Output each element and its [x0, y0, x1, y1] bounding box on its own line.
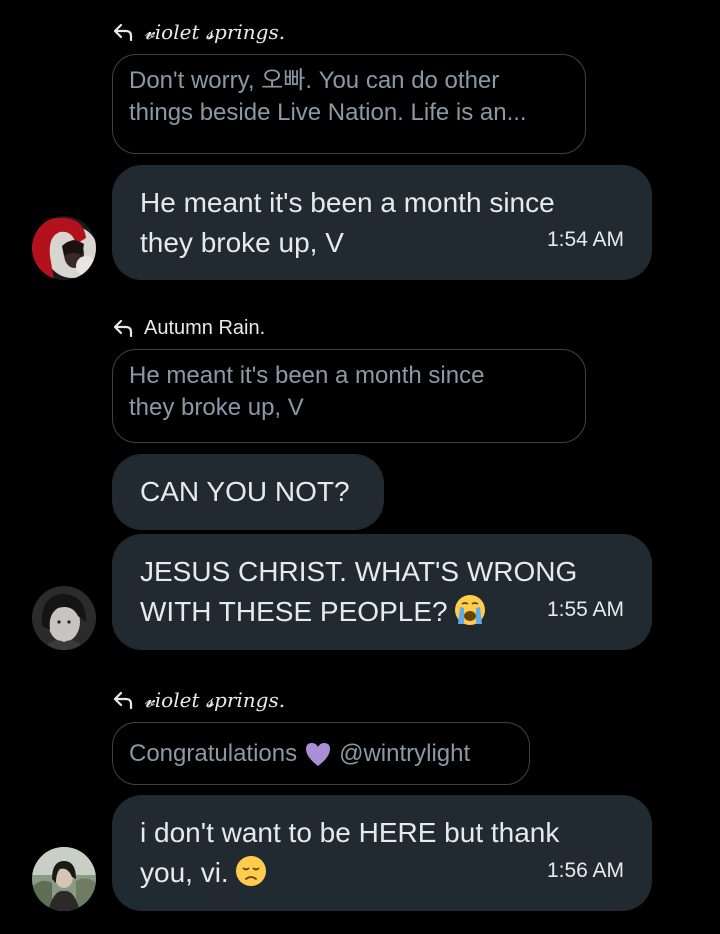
reply-arrow-icon	[112, 689, 134, 711]
message-bubble[interactable]: i don't want to be HERE but thank you, v…	[112, 795, 652, 911]
quoted-message[interactable]: Don't worry, 오빠. You can do other things…	[112, 54, 586, 154]
quoted-message[interactable]: He meant it's been a month since they br…	[112, 349, 586, 443]
quoted-text-before: Congratulations	[129, 739, 298, 767]
reply-header: Autumn Rain.	[112, 314, 265, 342]
reply-header: 𝓿iolet 𝓼prings.	[112, 686, 285, 714]
disappointed-face-icon	[235, 855, 267, 887]
avatar-red-hood-image	[32, 216, 96, 280]
reply-header: 𝓿iolet 𝓼prings.	[112, 18, 285, 46]
reply-arrow-icon	[112, 317, 134, 339]
reply-to-name[interactable]: 𝓿iolet 𝓼prings.	[144, 688, 285, 712]
message-text-content: i don't want to be HERE but thank you, v…	[140, 817, 560, 888]
quoted-message[interactable]: Congratulations @wintrylight	[112, 722, 530, 785]
quoted-mention: @wintrylight	[339, 739, 471, 767]
avatar[interactable]	[32, 586, 96, 650]
reply-to-name[interactable]: 𝓿iolet 𝓼prings.	[144, 20, 285, 44]
avatar-outdoor-image	[32, 847, 96, 911]
purple-heart-icon	[303, 739, 333, 769]
avatar[interactable]	[32, 216, 96, 280]
message-text-content: JESUS CHRIST. WHAT'S WRONG WITH THESE PE…	[140, 556, 578, 627]
message-text: CAN YOU NOT?	[140, 476, 350, 507]
message-timestamp: 1:56 AM	[546, 859, 624, 882]
message-bubble[interactable]: He meant it's been a month since they br…	[112, 165, 652, 280]
avatar[interactable]	[32, 847, 96, 911]
message-timestamp: 1:55 AM	[546, 598, 624, 621]
loudly-crying-face-icon	[454, 594, 486, 626]
message-bubble[interactable]: JESUS CHRIST. WHAT'S WRONG WITH THESE PE…	[112, 534, 652, 650]
reply-to-name[interactable]: Autumn Rain.	[144, 317, 265, 340]
message-timestamp: 1:54 AM	[546, 228, 624, 251]
reply-arrow-icon	[112, 21, 134, 43]
message-bubble[interactable]: CAN YOU NOT?	[112, 454, 384, 530]
avatar-dark-hair-image	[32, 586, 96, 650]
